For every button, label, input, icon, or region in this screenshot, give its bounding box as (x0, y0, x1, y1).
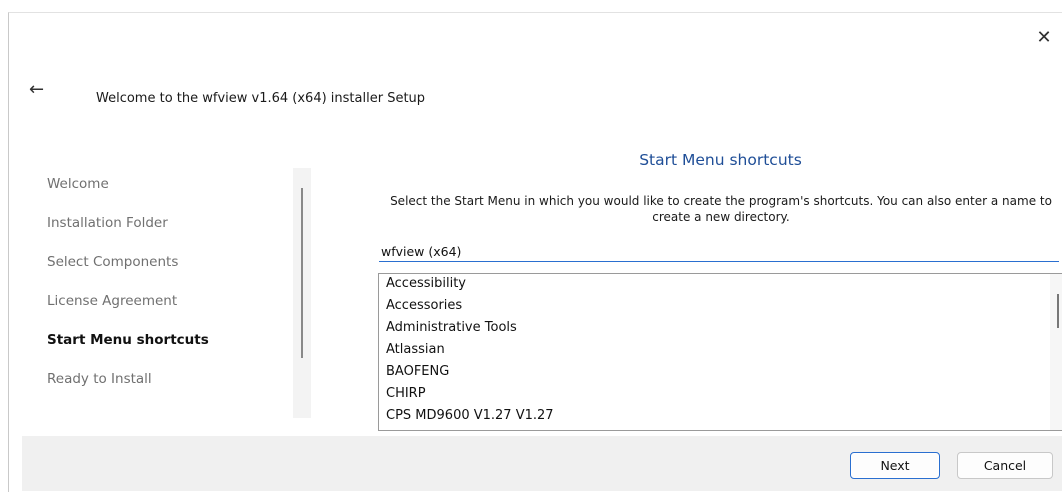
step-select-components: Select Components (47, 254, 179, 270)
list-item[interactable]: CHIRP (386, 386, 426, 401)
start-menu-folder-list[interactable]: Accessibility Accessories Administrative… (378, 273, 1062, 431)
start-menu-folder-input[interactable] (379, 241, 1059, 262)
list-item[interactable]: Accessibility (386, 276, 466, 291)
page-description: Select the Start Menu in which you would… (390, 194, 1052, 224)
list-item[interactable]: CPS MD9600 V1.27 V1.27 (386, 408, 554, 423)
list-item[interactable]: Atlassian (386, 342, 445, 357)
step-license-agreement: License Agreement (47, 293, 178, 309)
page-heading: Start Menu shortcuts (639, 151, 802, 169)
list-item[interactable]: Accessories (386, 298, 462, 313)
step-start-menu-shortcuts: Start Menu shortcuts (47, 332, 209, 348)
list-scrollbar[interactable] (1050, 274, 1062, 430)
sidebar-scrollbar-thumb[interactable] (301, 188, 303, 358)
wizard-footer: Next Cancel (22, 436, 1062, 491)
list-item[interactable]: Administrative Tools (386, 320, 517, 335)
back-arrow-icon[interactable]: ← (29, 79, 51, 101)
list-scrollbar-thumb[interactable] (1057, 294, 1059, 328)
wizard-steps-sidebar: Welcome Installation Folder Select Compo… (39, 168, 319, 418)
step-ready-to-install: Ready to Install (47, 371, 152, 387)
close-icon[interactable]: ✕ (1033, 27, 1055, 49)
step-installation-folder: Installation Folder (47, 215, 168, 231)
next-button[interactable]: Next (850, 452, 940, 479)
window-title: Welcome to the wfview v1.64 (x64) instal… (96, 91, 426, 106)
step-welcome: Welcome (47, 176, 109, 192)
cancel-button[interactable]: Cancel (957, 452, 1053, 479)
installer-window: ✕ ← Welcome to the wfview v1.64 (x64) in… (8, 12, 1062, 492)
list-item[interactable]: BAOFENG (386, 364, 449, 379)
